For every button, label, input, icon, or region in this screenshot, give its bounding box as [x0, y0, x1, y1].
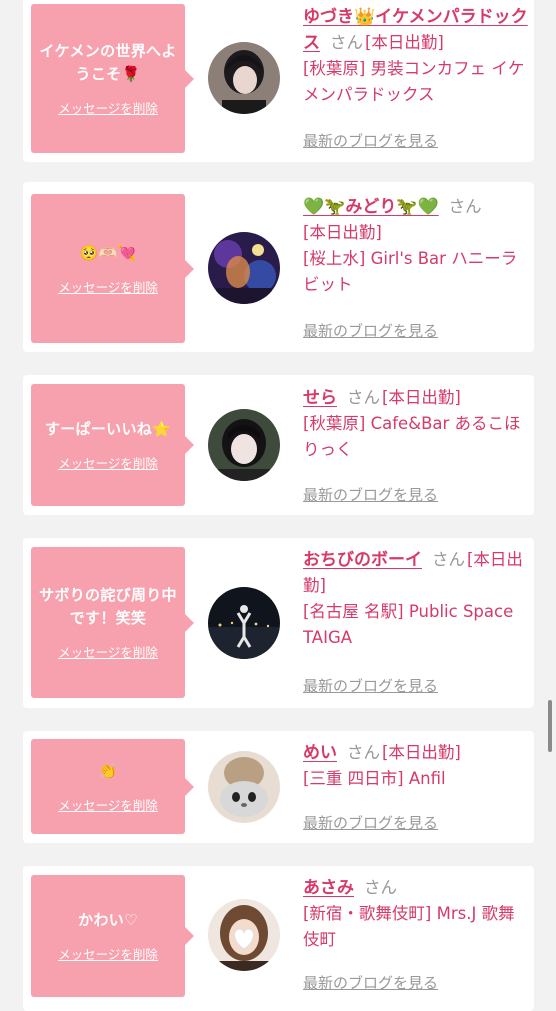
cast-name-link[interactable]: あさみ — [303, 878, 354, 898]
latest-blog-link[interactable]: 最新のブログを見る — [303, 320, 438, 341]
message-bubble: イケメンの世界へようこそ🌹 メッセージを削除 — [31, 4, 194, 153]
cast-name-link[interactable]: せら — [303, 388, 337, 408]
latest-blog-link[interactable]: 最新のブログを見る — [303, 484, 438, 505]
latest-blog-link[interactable]: 最新のブログを見る — [303, 675, 438, 696]
message-bubble: すーぱーいいね⭐️ メッセージを削除 — [31, 384, 194, 506]
delete-message-link[interactable]: メッセージを削除 — [58, 453, 158, 472]
delete-message-link[interactable]: メッセージを削除 — [58, 277, 158, 296]
avatar[interactable] — [208, 409, 280, 481]
message-text: サボりの詫び周り中です！笑笑 — [39, 586, 177, 627]
latest-blog-link[interactable]: 最新のブログを見る — [303, 812, 438, 833]
cast-info: おちびのボーイ さん [本日出勤] [名古屋 名駅] Public Space TA… — [303, 547, 529, 651]
message-card: 🥺🫶🏻💘 メッセージを削除 💚🦖みどり🦖💚 さん [本日出勤] [桜上水] Gir… — [23, 182, 534, 352]
cast-name-link[interactable]: めい — [303, 743, 337, 763]
avatar[interactable] — [208, 232, 280, 304]
shop-text: [三重 四日市] Anfil — [303, 769, 446, 788]
message-card: すーぱーいいね⭐️ メッセージを削除 せら さん [本日出勤] [秋葉原] Cafe… — [23, 375, 534, 515]
avatar[interactable] — [208, 587, 280, 659]
message-text: 🥺🫶🏻💘 — [79, 243, 137, 262]
delete-message-link[interactable]: メッセージを削除 — [58, 642, 158, 661]
message-card: かわい♡ メッセージを削除 あさみ さん [新宿・歌舞伎町] Mrs.J 歌舞伎町… — [23, 866, 534, 1011]
status-text: [本日出勤] — [382, 743, 461, 762]
avatar[interactable] — [208, 751, 280, 823]
cast-info: めい さん [本日出勤] [三重 四日市] Anfil — [303, 740, 529, 792]
latest-blog-link[interactable]: 最新のブログを見る — [303, 130, 438, 151]
cast-info: あさみ さん [新宿・歌舞伎町] Mrs.J 歌舞伎町 — [303, 875, 529, 953]
shop-text: [秋葉原] Cafe&Bar あるこほりっく — [303, 414, 521, 459]
message-bubble: 🥺🫶🏻💘 メッセージを削除 — [31, 194, 194, 343]
delete-message-link[interactable]: メッセージを削除 — [58, 795, 158, 814]
message-text: かわい♡ — [78, 911, 138, 929]
delete-message-link[interactable]: メッセージを削除 — [58, 98, 158, 117]
message-text: すーぱーいいね⭐️ — [44, 420, 172, 438]
message-bubble: サボりの詫び周り中です！笑笑 メッセージを削除 — [31, 547, 194, 698]
honorific: さん — [364, 878, 397, 897]
honorific: さん — [448, 197, 482, 216]
status-text: [本日出勤] — [365, 33, 444, 52]
honorific: さん — [347, 743, 380, 762]
shop-text: [秋葉原] 男装コンカフェ イケメンパラドックス — [303, 59, 525, 104]
message-bubble: 👏 メッセージを削除 — [31, 739, 194, 834]
honorific: さん — [330, 33, 363, 52]
scrollbar[interactable] — [548, 700, 552, 752]
cast-info: 💚🦖みどり🦖💚 さん [本日出勤] [桜上水] Girl's Bar ハニーラビッ… — [303, 194, 529, 298]
shop-text: [新宿・歌舞伎町] Mrs.J 歌舞伎町 — [303, 904, 515, 949]
cast-info: せら さん [本日出勤] [秋葉原] Cafe&Bar あるこほりっく — [303, 385, 529, 463]
avatar[interactable] — [208, 42, 280, 114]
status-text: [本日出勤] — [303, 223, 382, 242]
message-card: サボりの詫び周り中です！笑笑 メッセージを削除 おちびのボーイ さん [本日出勤] … — [23, 538, 534, 708]
status-text: [本日出勤] — [382, 388, 461, 407]
message-text: イケメンの世界へようこそ🌹 — [39, 42, 177, 83]
message-card: イケメンの世界へようこそ🌹 メッセージを削除 ゆづき👑イケメンパラドックス さん[… — [23, 0, 534, 162]
latest-blog-link[interactable]: 最新のブログを見る — [303, 972, 438, 993]
message-card: 👏 メッセージを削除 めい さん [本日出勤] [三重 四日市] Anfil 最新の… — [23, 731, 534, 843]
shop-text: [名古屋 名駅] Public Space TAIGA — [303, 602, 514, 647]
honorific: さん — [347, 388, 380, 407]
shop-text: [桜上水] Girl's Bar ハニーラビット — [303, 249, 518, 294]
cast-name-link[interactable]: おちびのボーイ — [303, 550, 422, 570]
delete-message-link[interactable]: メッセージを削除 — [58, 944, 158, 963]
message-text: 👏 — [98, 761, 118, 780]
message-bubble: かわい♡ メッセージを削除 — [31, 875, 194, 997]
honorific: さん — [432, 550, 465, 569]
cast-name-link[interactable]: 💚🦖みどり🦖💚 — [303, 197, 439, 217]
cast-info: ゆづき👑イケメンパラドックス さん [本日出勤] [秋葉原] 男装コンカフェ イケメ… — [303, 4, 529, 108]
avatar[interactable] — [208, 899, 280, 971]
